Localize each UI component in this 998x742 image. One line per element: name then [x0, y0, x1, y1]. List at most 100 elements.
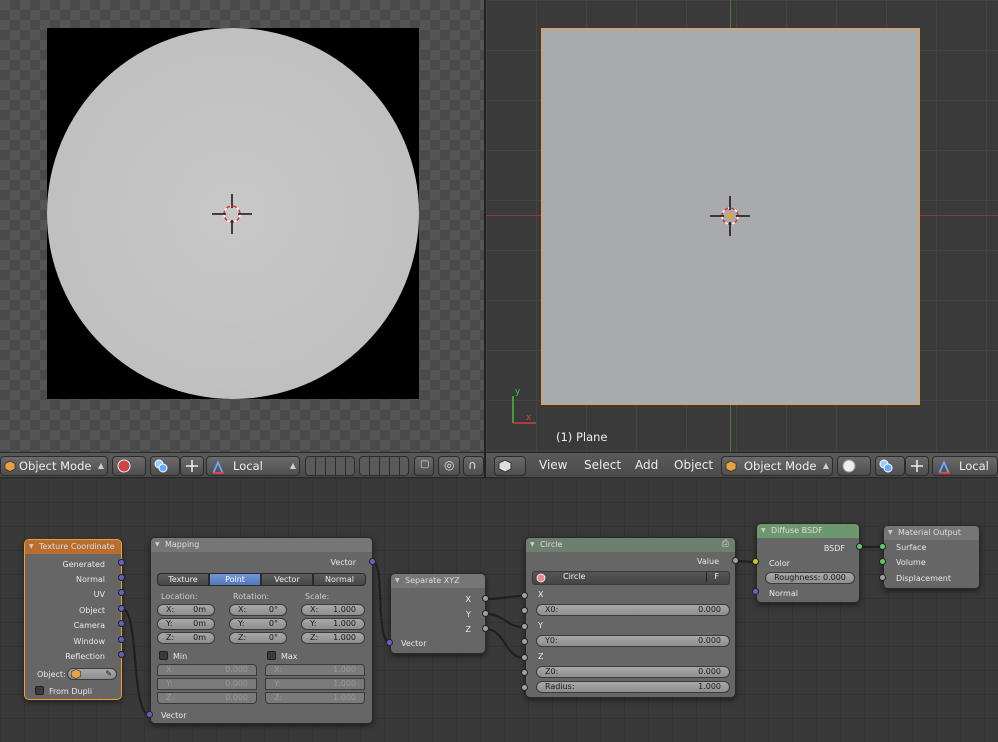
lock-camera-button[interactable]: ▢	[414, 456, 434, 476]
socket-object[interactable]	[118, 605, 125, 612]
menu-add[interactable]: Add	[635, 458, 658, 472]
max-checkbox[interactable]	[267, 651, 276, 660]
menu-object[interactable]: Object	[674, 458, 713, 472]
material-output-node[interactable]: Material Output Surface Volume Displacem…	[883, 525, 980, 589]
y0-field[interactable]: Y0: 0.000	[536, 635, 730, 647]
manipulator-toggle[interactable]	[905, 456, 929, 476]
from-dupli-checkbox[interactable]	[35, 686, 44, 695]
layer-buttons-a[interactable]	[305, 456, 355, 476]
input-volume: Volume	[896, 558, 926, 567]
scale-z-field[interactable]: Z: 1.000	[301, 632, 365, 644]
max-y-field[interactable]: Y: 1.000	[265, 678, 365, 690]
x0-field[interactable]: X0: 0.000	[536, 604, 730, 616]
viewport-shading-dropdown[interactable]	[112, 456, 146, 476]
3d-cursor-icon[interactable]	[212, 194, 252, 234]
scale-x-field[interactable]: X: 1.000	[301, 604, 365, 616]
rotation-x-field[interactable]: X: 0°	[229, 604, 287, 616]
tab-texture[interactable]: Texture	[157, 573, 209, 586]
object-picker-field[interactable]: ✎	[67, 668, 117, 680]
proportional-edit-button[interactable]: ◎	[438, 456, 460, 476]
socket-sep-in[interactable]	[386, 639, 393, 646]
axis-gizmo-icon	[512, 396, 536, 424]
cube-icon	[71, 669, 81, 679]
node-title[interactable]: Mapping	[151, 538, 372, 552]
socket-circle-z[interactable]	[521, 654, 528, 661]
transform-orientation-selector[interactable]: Local ▲▼	[206, 456, 300, 476]
socket-camera[interactable]	[118, 620, 125, 627]
socket-uv[interactable]	[118, 589, 125, 596]
socket-circle-x[interactable]	[521, 592, 528, 599]
texture-coordinate-node[interactable]: Texture Coordinate Generated Normal UV O…	[24, 539, 122, 700]
socket-sep-y[interactable]	[482, 610, 489, 617]
manipulator-toggle[interactable]	[180, 456, 204, 476]
layer-buttons-b[interactable]	[359, 456, 409, 476]
socket-bsdf-color[interactable]	[752, 558, 759, 565]
viewport-shading-dropdown[interactable]	[837, 456, 871, 476]
socket-window[interactable]	[118, 636, 125, 643]
socket-sep-z[interactable]	[482, 625, 489, 632]
node-title[interactable]: Separate XYZ	[391, 574, 485, 588]
socket-circle-z0[interactable]	[521, 669, 528, 676]
pivot-point-dropdown[interactable]	[875, 456, 905, 476]
socket-bsdf-out[interactable]	[856, 543, 863, 550]
mode-selector[interactable]: Object Mode ▲▼	[0, 456, 108, 476]
mode-selector[interactable]: Object Mode ▲▼	[721, 456, 833, 476]
min-x-field[interactable]: X: 0.000	[157, 664, 257, 676]
radius-field[interactable]: Radius: 1.000	[536, 681, 730, 693]
socket-volume[interactable]	[879, 558, 886, 565]
script-name: Circle	[563, 572, 586, 581]
editor-type-button[interactable]	[494, 456, 526, 476]
max-x-field[interactable]: X: 1.000	[265, 664, 365, 676]
script-selector[interactable]: Circle F	[532, 571, 730, 585]
min-z-field[interactable]: Z: 0.000	[157, 692, 257, 704]
rotation-y-field[interactable]: Y: 0°	[229, 618, 287, 630]
node-title[interactable]: Material Output	[884, 526, 979, 540]
node-title[interactable]: Circle	[526, 538, 735, 552]
socket-reflection[interactable]	[118, 651, 125, 658]
image-viewport[interactable]	[0, 0, 484, 452]
menu-select[interactable]: Select	[584, 458, 621, 472]
socket-generated[interactable]	[118, 559, 125, 566]
socket-sep-x[interactable]	[482, 595, 489, 602]
script-fake-user[interactable]: F	[706, 572, 726, 582]
min-checkbox[interactable]	[159, 651, 168, 660]
separate-xyz-node[interactable]: Separate XYZ X Y Z Vector	[390, 573, 486, 654]
node-title[interactable]: Texture Coordinate	[25, 540, 121, 554]
max-z-field[interactable]: Z: 1.000	[265, 692, 365, 704]
socket-mapping-in[interactable]	[146, 711, 153, 718]
3d-viewport[interactable]: y x (1) Plane	[486, 0, 998, 452]
transform-orientation-selector[interactable]: Local	[932, 456, 998, 476]
circle-script-node[interactable]: Circle ⎙ Value Circle F X X0:0.000 Y Y0:…	[525, 537, 736, 698]
z0-field[interactable]: Z0: 0.000	[536, 666, 730, 678]
tab-normal[interactable]: Normal	[313, 573, 366, 586]
socket-bsdf-normal[interactable]	[752, 588, 759, 595]
location-z-field[interactable]: Z: 0m	[157, 632, 215, 644]
node-title[interactable]: Diffuse BSDF	[757, 524, 859, 538]
diffuse-bsdf-node[interactable]: Diffuse BSDF BSDF Color Roughness: 0.000…	[756, 523, 860, 603]
node-editor[interactable]: Texture Coordinate Generated Normal UV O…	[0, 478, 998, 742]
socket-circle-x0[interactable]	[521, 607, 528, 614]
roughness-field[interactable]: Roughness: 0.000	[765, 572, 855, 584]
socket-circle-y[interactable]	[521, 623, 528, 630]
socket-circle-y0[interactable]	[521, 638, 528, 645]
socket-circle-radius[interactable]	[521, 684, 528, 691]
output-uv: UV	[93, 590, 105, 599]
scale-y-field[interactable]: Y: 1.000	[301, 618, 365, 630]
socket-mapping-out[interactable]	[369, 558, 376, 565]
location-x-field[interactable]: X: 0m	[157, 604, 215, 616]
tab-vector[interactable]: Vector	[261, 573, 313, 586]
tab-point[interactable]: Point	[209, 573, 261, 586]
socket-normal[interactable]	[118, 574, 125, 581]
rotation-z-field[interactable]: Z: 0°	[229, 632, 287, 644]
pivot-point-dropdown[interactable]	[150, 456, 180, 476]
socket-displacement[interactable]	[879, 574, 886, 581]
min-y-field[interactable]: Y: 0.000	[157, 678, 257, 690]
eyedropper-icon[interactable]: ✎	[105, 669, 112, 679]
mapping-node[interactable]: Mapping Vector Texture Point Vector Norm…	[150, 537, 373, 724]
socket-surface[interactable]	[879, 543, 886, 550]
menu-view[interactable]: View	[539, 458, 567, 472]
snap-button[interactable]: ∩	[463, 456, 484, 476]
3d-cursor-icon[interactable]	[710, 196, 750, 236]
socket-circle-value[interactable]	[732, 557, 739, 564]
location-y-field[interactable]: Y: 0m	[157, 618, 215, 630]
